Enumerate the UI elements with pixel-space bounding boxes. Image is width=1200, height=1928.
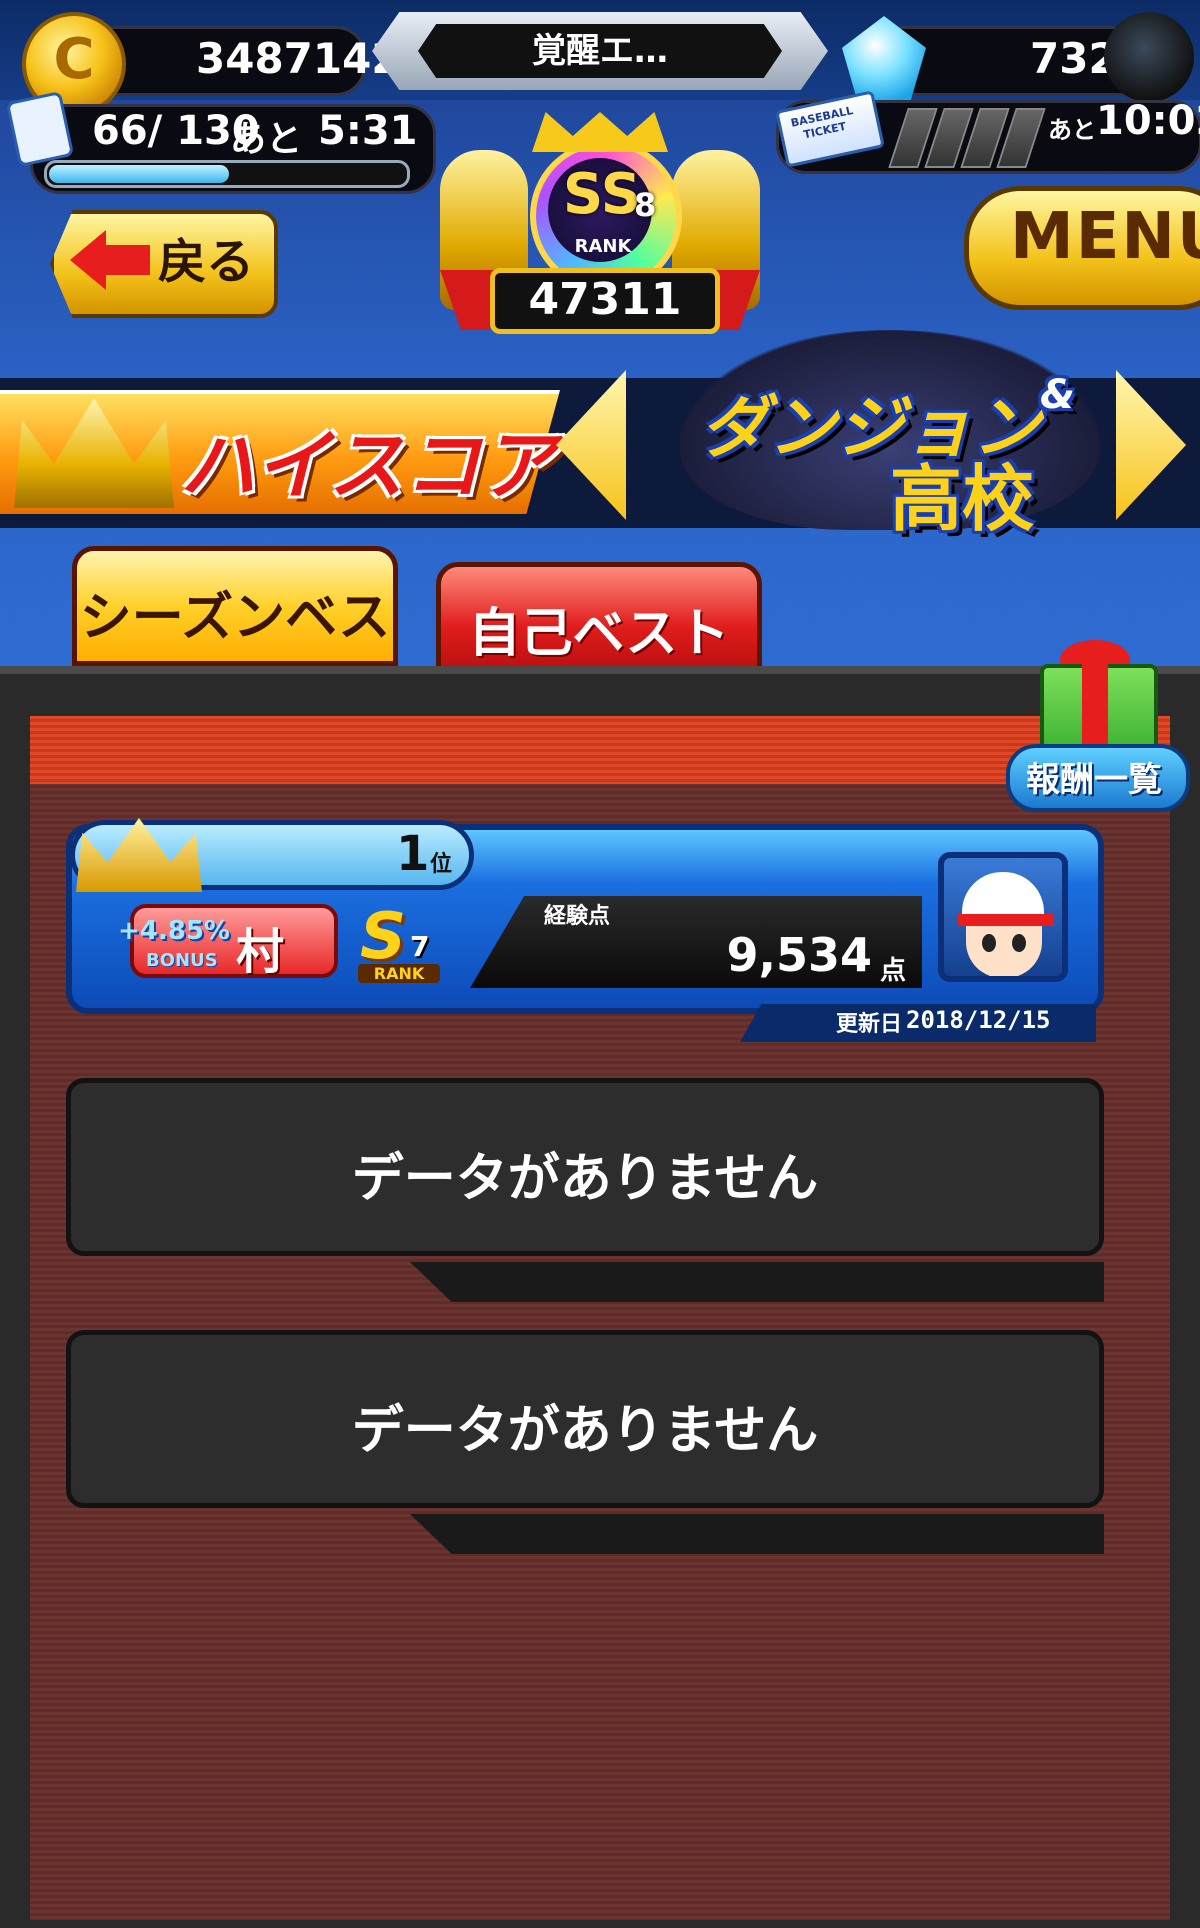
reward-list-label: 報酬一覧 bbox=[1026, 760, 1162, 800]
rank-grade-level: 8 bbox=[634, 186, 657, 224]
stamina-timer-label: あと bbox=[230, 119, 303, 160]
avatar-cap-brim bbox=[958, 914, 1054, 926]
tab-personal-best[interactable]: 自己ベスト bbox=[436, 562, 762, 682]
crown-icon bbox=[532, 112, 668, 152]
empty-slot-text: データがありません bbox=[351, 1149, 819, 1209]
bonus-percent: +4.85% bbox=[118, 916, 230, 946]
dark-orb-icon bbox=[1104, 12, 1194, 102]
place-number: 1 bbox=[396, 826, 430, 882]
team-name: 村 bbox=[236, 924, 285, 980]
hiscore-label: ハイスコア bbox=[180, 421, 557, 510]
tab-season-best[interactable]: シーズンベスト bbox=[72, 546, 398, 723]
stamina-bar-fill bbox=[49, 165, 229, 183]
rank-word: RANK bbox=[574, 236, 632, 257]
back-label: 戻る bbox=[158, 234, 255, 290]
player-rank-letter: S bbox=[360, 900, 407, 974]
player-rank-word: RANK bbox=[358, 964, 440, 983]
event-title-school: 高校 bbox=[890, 457, 1035, 541]
exp-value: 9,534 bbox=[726, 928, 872, 982]
rank-value: 47311 bbox=[490, 268, 720, 334]
update-date-label: 更新日 bbox=[836, 1012, 903, 1037]
ticket-timer-label: あと bbox=[1048, 116, 1096, 144]
avatar-eye bbox=[982, 934, 996, 952]
menu-label: MENU bbox=[1010, 200, 1200, 274]
exp-unit: 点 bbox=[880, 956, 907, 986]
stamina-bar bbox=[44, 160, 410, 188]
empty-slot-tab bbox=[410, 1262, 1104, 1302]
empty-slot-tab bbox=[410, 1514, 1104, 1554]
stamina-timer: 5:31 bbox=[318, 108, 418, 154]
place-suffix: 位 bbox=[430, 852, 453, 877]
player-title[interactable]: 覚醒エ… bbox=[418, 24, 782, 78]
avatar-eye bbox=[1012, 934, 1026, 952]
tab-personal-best-label: 自己ベスト bbox=[468, 604, 730, 664]
ticket-timer: 10:02 bbox=[1096, 98, 1200, 144]
player-avatar bbox=[938, 852, 1068, 982]
update-date-value: 2018/12/15 bbox=[906, 1006, 1051, 1034]
empty-slot-text: データがありません bbox=[351, 1401, 819, 1461]
player-rank-level: 7 bbox=[410, 930, 430, 963]
bonus-word: BONUS bbox=[146, 950, 218, 971]
exp-label: 経験点 bbox=[544, 904, 611, 929]
ranking-panel-header bbox=[30, 716, 1170, 784]
coin-value: 3487142 bbox=[196, 34, 401, 83]
avatar-face bbox=[966, 918, 1042, 976]
